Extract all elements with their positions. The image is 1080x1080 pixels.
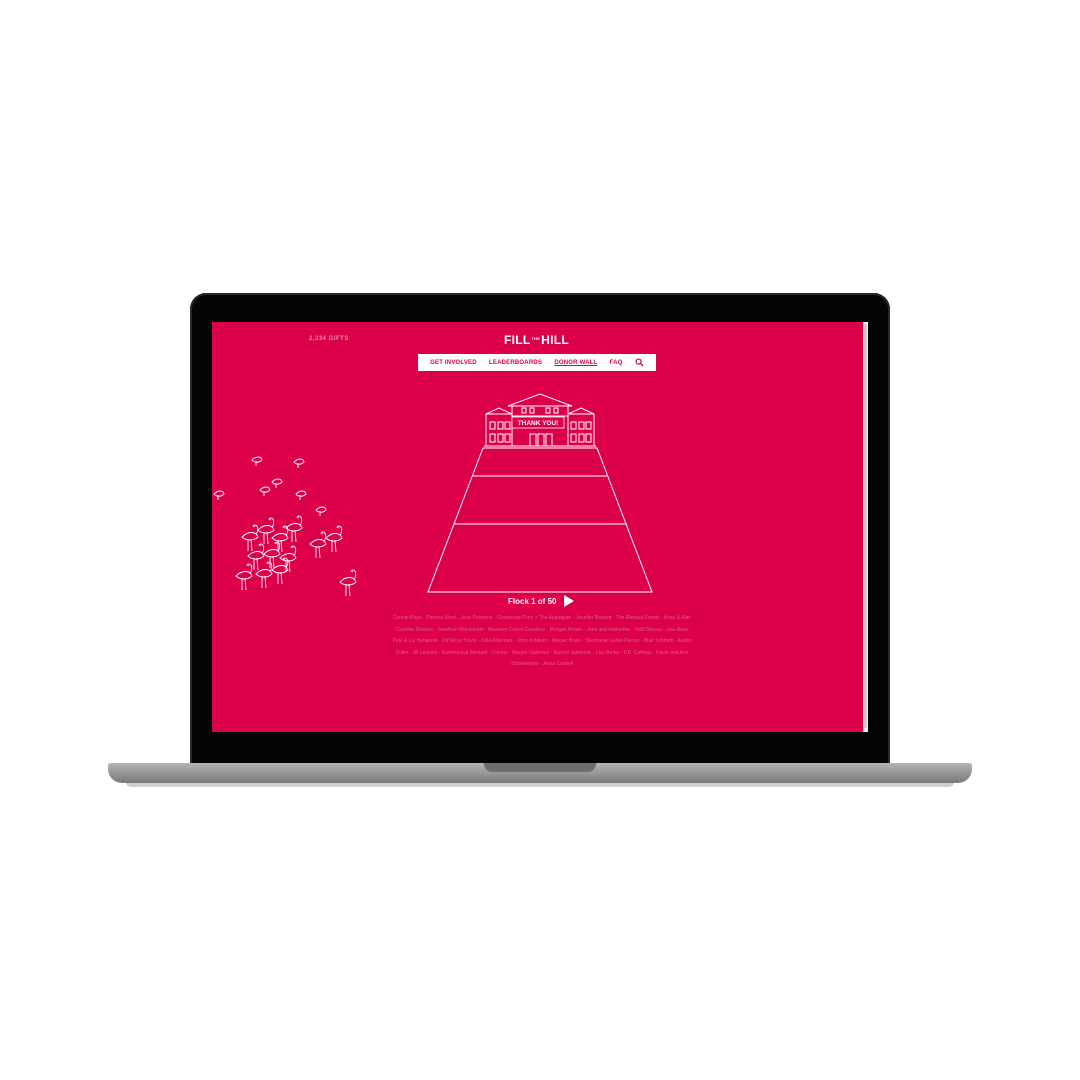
flamingo-icon xyxy=(325,525,343,553)
play-arrow-icon[interactable] xyxy=(563,594,575,608)
thank-you-text: THANK YOU! xyxy=(518,420,559,427)
flamingo-icon xyxy=(339,569,357,597)
flamingo-icon xyxy=(271,478,283,488)
flamingo-icon xyxy=(257,517,275,545)
flamingo-icon xyxy=(235,563,253,591)
flamingo-icon xyxy=(309,531,327,559)
scrollbar[interactable] xyxy=(863,322,868,732)
flock-navigation: Flock 1 of 50 xyxy=(508,594,575,608)
flamingo-icon xyxy=(259,486,271,496)
scrollbar-thumb[interactable] xyxy=(864,324,867,728)
hill-tiers xyxy=(427,447,653,593)
browser-viewport: 2,334 GIFTS FILLTHEHILL GET INVOLVED LEA… xyxy=(212,322,868,732)
flamingo-flock xyxy=(213,456,357,597)
donor-names-list: Connie Khan · Pamela West · Jane Peterso… xyxy=(392,615,692,667)
flamingo-icon xyxy=(213,490,225,500)
flamingo-icon xyxy=(295,490,307,500)
flamingo-icon xyxy=(293,458,305,468)
hill-illustration: THANK YOU! xyxy=(213,393,653,597)
laptop-notch xyxy=(484,763,596,772)
flamingo-icon xyxy=(247,543,265,571)
flamingo-icon xyxy=(241,524,259,552)
flamingo-icon xyxy=(251,456,263,466)
flock-counter: Flock 1 of 50 xyxy=(508,596,557,606)
flamingo-icon xyxy=(315,506,327,516)
